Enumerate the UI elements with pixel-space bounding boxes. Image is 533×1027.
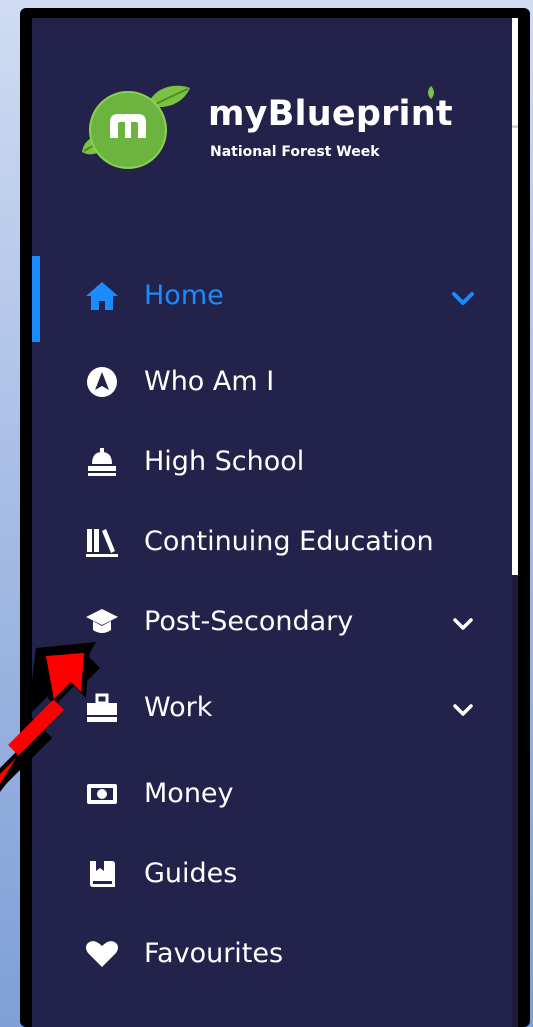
money-icon — [84, 776, 120, 812]
nav-label-money: Money — [144, 778, 234, 809]
home-icon — [84, 278, 120, 314]
brand-logo[interactable]: myBlueprint National Forest Week — [80, 82, 480, 172]
logo-mark-icon — [82, 85, 190, 169]
nav-item-work[interactable]: Work — [32, 668, 512, 748]
nav-item-high-school[interactable]: High School — [32, 422, 512, 502]
brand-tagline: National Forest Week — [210, 144, 380, 160]
nav-label-continuing-education: Continuing Education — [144, 526, 434, 557]
nav-label-high-school: High School — [144, 446, 305, 477]
nav-item-favourites[interactable]: Favourites — [32, 914, 512, 994]
brand-leaf-icon — [428, 86, 434, 99]
graduation-cap-icon — [84, 604, 120, 640]
chevron-down-icon[interactable] — [450, 288, 476, 308]
nav-label-guides: Guides — [144, 858, 238, 889]
nav-item-money[interactable]: Money — [32, 754, 512, 834]
active-indicator — [32, 256, 40, 342]
chevron-down-icon[interactable] — [450, 700, 476, 720]
nav-item-post-secondary[interactable]: Post-Secondary — [32, 582, 512, 662]
briefcase-icon — [84, 690, 120, 726]
nav-label-post-secondary: Post-Secondary — [144, 606, 354, 637]
brand-name: myBlueprint — [208, 94, 453, 134]
nav-label-who-am-i: Who Am I — [144, 366, 275, 397]
heart-icon — [84, 936, 120, 972]
school-bell-icon — [84, 444, 120, 480]
scrollbar-track — [512, 575, 518, 1027]
nav-item-home[interactable]: Home — [32, 256, 512, 342]
nav-label-favourites: Favourites — [144, 938, 284, 969]
nav-item-guides[interactable]: Guides — [32, 834, 512, 914]
scrollbar-thumb[interactable] — [512, 18, 518, 575]
compass-icon — [84, 364, 120, 400]
nav-item-who-am-i[interactable]: Who Am I — [32, 342, 512, 422]
books-icon — [84, 524, 120, 560]
chevron-down-icon[interactable] — [450, 614, 476, 634]
nav-item-continuing-education[interactable]: Continuing Education — [32, 502, 512, 582]
header-divider — [512, 125, 518, 128]
nav-label-home: Home — [144, 280, 224, 311]
guide-book-icon — [84, 856, 120, 892]
nav-label-work: Work — [144, 692, 213, 723]
